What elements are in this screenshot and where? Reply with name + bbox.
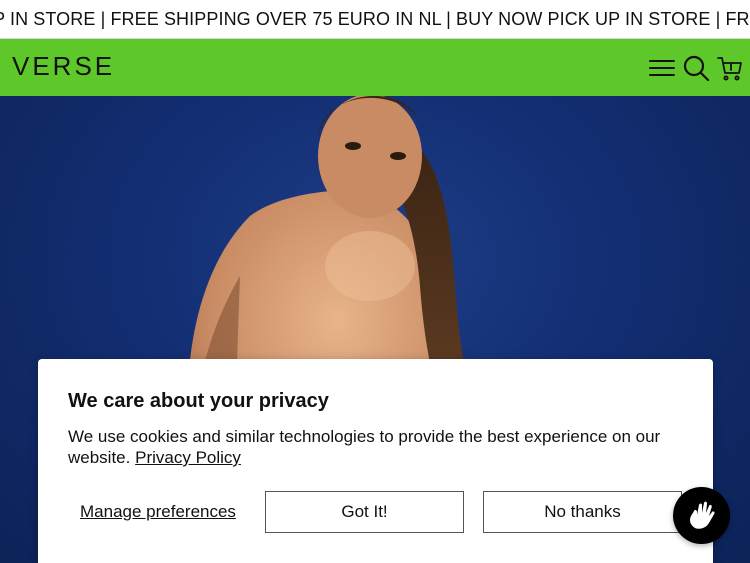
chat-button[interactable]	[673, 487, 730, 544]
logo[interactable]: VERSE	[12, 51, 115, 82]
privacy-policy-link[interactable]: Privacy Policy	[135, 448, 241, 467]
manage-preferences-link[interactable]: Manage preferences	[80, 502, 236, 522]
cookie-title: We care about your privacy	[68, 390, 329, 412]
announcement-text: UP IN STORE | FREE SHIPPING OVER 75 EURO…	[0, 9, 750, 29]
cookie-banner: We care about your privacy We use cookie…	[38, 359, 713, 563]
hand-wave-icon	[690, 501, 715, 529]
accept-cookies-button[interactable]: Got It!	[265, 491, 464, 533]
decline-cookies-button[interactable]: No thanks	[483, 491, 682, 533]
announcement-bar: UP IN STORE | FREE SHIPPING OVER 75 EURO…	[0, 0, 750, 39]
site-header: VERSE	[0, 39, 750, 96]
search-icon[interactable]	[681, 53, 711, 83]
cart-icon[interactable]	[715, 53, 745, 83]
menu-icon[interactable]	[647, 53, 677, 83]
cookie-body: We use cookies and similar technologies …	[68, 426, 688, 468]
